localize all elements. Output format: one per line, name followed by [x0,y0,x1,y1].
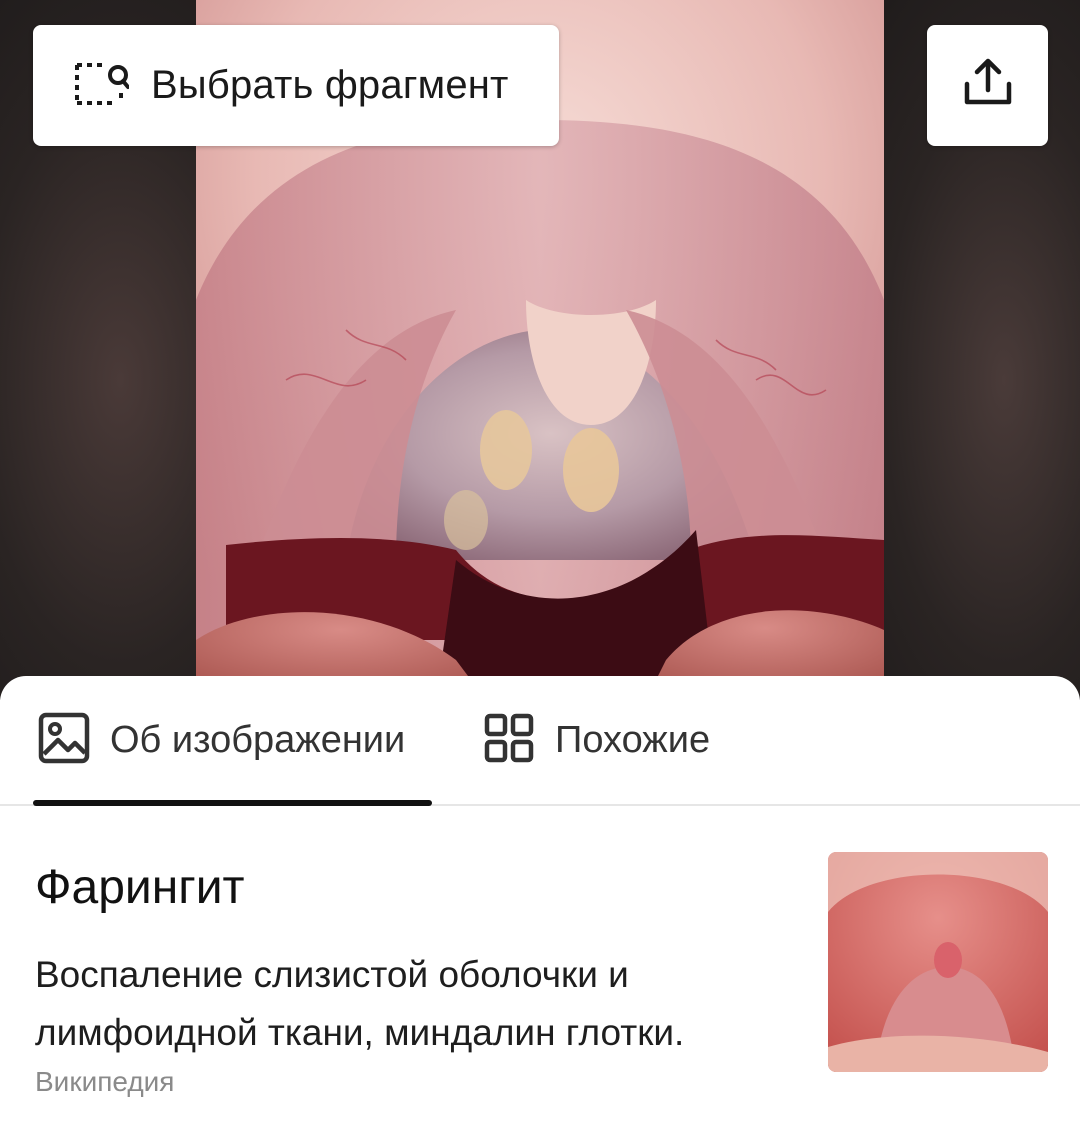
tab-about-label: Об изображении [110,719,406,761]
share-button[interactable] [927,25,1048,146]
tab-about-image[interactable]: Об изображении [38,712,405,769]
entity-title: Фарингит [35,861,245,914]
info-bottom-sheet: Об изображении Похожие Фарингит Воспален… [0,676,1080,1136]
tab-similar-label: Похожие [555,719,711,761]
active-tab-indicator [33,800,432,806]
entity-source-link[interactable]: Википедия [35,1066,174,1098]
image-icon [38,712,90,769]
grid-icon [483,712,535,769]
select-fragment-label: Выбрать фрагмент [151,63,509,107]
tab-bar: Об изображении Похожие [0,676,1080,806]
image-viewer: Выбрать фрагмент [0,0,1080,700]
crop-search-icon [73,59,130,112]
select-fragment-button[interactable]: Выбрать фрагмент [33,25,559,146]
entity-description: Воспаление слизистой оболочки и лимфоидн… [35,954,685,1053]
entity-thumbnail[interactable] [828,852,1048,1072]
share-upload-icon [961,56,1015,115]
tab-similar[interactable]: Похожие [483,712,710,769]
